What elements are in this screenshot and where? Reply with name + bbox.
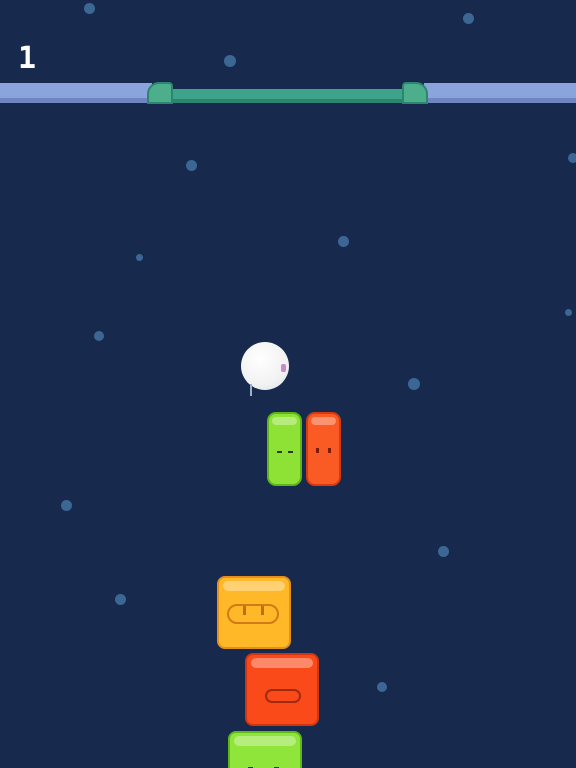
eye-icon xyxy=(328,448,331,453)
star xyxy=(568,153,576,163)
star xyxy=(61,500,72,511)
green-block[interactable] xyxy=(228,731,302,768)
star xyxy=(463,13,474,24)
score-counter: 1 xyxy=(18,41,37,76)
star xyxy=(224,55,236,67)
ball-tail xyxy=(250,384,252,396)
star xyxy=(438,546,449,557)
star xyxy=(565,309,572,316)
star xyxy=(186,160,197,171)
top-rail-left xyxy=(0,83,152,103)
eye-icon xyxy=(243,606,246,615)
eye-icon xyxy=(316,448,319,453)
eye-icon xyxy=(261,606,264,615)
star xyxy=(84,3,95,14)
red-block[interactable] xyxy=(245,653,319,726)
ball-character xyxy=(241,342,289,390)
goal-post-right xyxy=(402,82,428,104)
mustache-icon xyxy=(227,604,279,624)
eye-icon xyxy=(277,451,282,453)
star xyxy=(136,254,143,261)
orange-block[interactable] xyxy=(217,576,291,649)
green-pill-block[interactable] xyxy=(267,412,302,486)
red-pill-block[interactable] xyxy=(306,412,341,486)
star xyxy=(377,682,387,692)
star xyxy=(408,378,420,390)
star xyxy=(338,236,349,247)
star xyxy=(94,331,104,341)
goal-bar xyxy=(150,89,426,103)
mouth-icon xyxy=(265,689,301,703)
ball-eye xyxy=(281,364,286,372)
game-stage[interactable]: 1 xyxy=(0,0,576,768)
goal-post-left xyxy=(147,82,173,104)
star xyxy=(115,594,126,605)
eye-icon xyxy=(288,451,293,453)
top-rail-right xyxy=(424,83,576,103)
